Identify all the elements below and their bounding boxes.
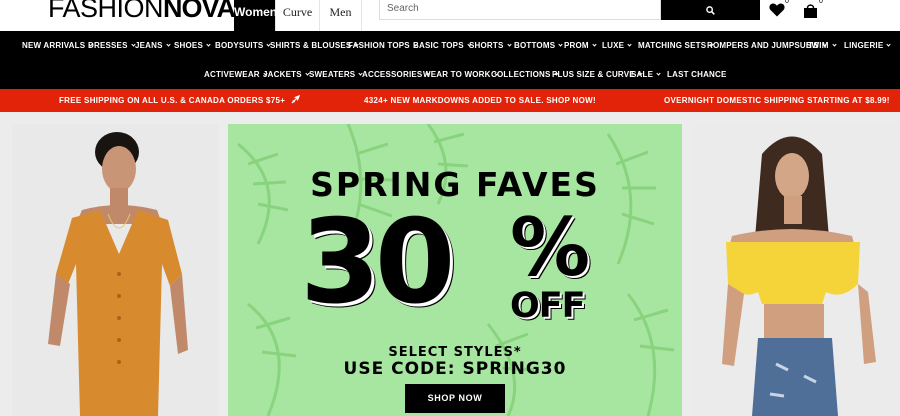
chevron-down-icon [592,42,597,47]
main-navigation: NEW ARRIVALS DRESSES JEANS SHOES BODYSUI… [0,31,900,89]
wishlist-button[interactable]: 0 [767,0,789,20]
site-header: FASHION NOVA Women Curve Men Search 0 0 [0,0,900,31]
off-text: OFF [510,286,586,326]
nav-item-dresses[interactable]: DRESSES [88,37,136,55]
fashion-nova-logo[interactable]: FASHION NOVA [48,0,236,23]
chevron-down-icon [166,42,171,47]
nav-item-shorts[interactable]: SHORTS [469,37,512,55]
chevron-down-icon [558,42,563,47]
logo-text-fashion: FASHION [48,0,164,23]
nav-label: SHOES [174,41,204,50]
promo-markdowns[interactable]: 4324+ NEW MARKDOWNS ADDED TO SALE. SHOP … [364,89,596,112]
nav-label: LUXE [602,41,625,50]
nav-item-matching-sets[interactable]: MATCHING SETS [638,37,714,55]
nav-item-accessories[interactable]: ACCESSORIES [362,66,431,84]
model-illustration-left [12,124,218,416]
nav-label: PROM [564,41,589,50]
promo-banner-strip: FREE SHIPPING ON ALL U.S. & CANADA ORDER… [0,89,900,112]
shopping-bag-icon [803,3,817,18]
tab-women[interactable]: Women [234,0,277,31]
nav-item-jeans[interactable]: JEANS [135,37,171,55]
nav-item-luxe[interactable]: LUXE [602,37,632,55]
chevron-down-icon [831,42,837,47]
nav-item-new-arrivals[interactable]: NEW ARRIVALS [22,37,93,55]
model-image-left[interactable] [12,124,218,416]
search-icon [706,5,715,15]
nav-item-wear-to-work[interactable]: WEAR TO WORK [423,66,499,84]
tab-curve[interactable]: Curve [276,0,320,31]
account-button[interactable] [744,0,760,20]
shop-now-button[interactable]: SHOP NOW [405,384,505,413]
nav-label: LAST CHANCE [667,70,727,79]
airplane-icon [291,94,300,104]
nav-item-shoes[interactable]: SHOES [174,37,211,55]
nav-label: JACKETS [263,70,302,79]
nav-item-sale[interactable]: SALE [631,66,661,84]
hero-section: SPRING FAVES 30 % OFF SELECT STYLES* USE… [0,112,900,416]
chevron-down-icon [506,42,512,47]
nav-label: NEW ARRIVALS [22,41,86,50]
nav-label: BOTTOMS [514,41,556,50]
model-illustration-right [692,124,900,416]
nav-label: LINGERIE [844,41,884,50]
nav-row-primary: NEW ARRIVALS DRESSES JEANS SHOES BODYSUI… [0,37,900,55]
nav-item-jackets[interactable]: JACKETS [263,66,310,84]
nav-item-shirts-blouses[interactable]: SHIRTS & BLOUSES [270,37,360,55]
discount-number: 30 [300,195,455,330]
nav-label: ACCESSORIES [362,70,423,79]
nav-item-collections[interactable]: COLLECTIONS [491,66,559,84]
user-icon [746,3,758,17]
model-image-right[interactable] [692,124,900,416]
logo-text-nova: NOVA [163,0,236,23]
select-styles-text: SELECT STYLES* [388,345,522,360]
nav-label: ACTIVEWEAR [204,70,260,79]
tab-men[interactable]: Men [320,0,362,31]
promo-free-shipping[interactable]: FREE SHIPPING ON ALL U.S. & CANADA ORDER… [59,89,300,112]
promo-code-text: USE CODE: SPRING30 [343,359,567,379]
chevron-down-icon [886,42,892,47]
nav-label: PLUS SIZE & CURVE [552,70,635,79]
nav-item-bodysuits[interactable]: BODYSUITS [215,37,272,55]
nav-item-lingerie[interactable]: LINGERIE [844,37,892,55]
spring-faves-promo[interactable]: SPRING FAVES 30 % OFF SELECT STYLES* USE… [228,124,682,416]
nav-item-last-chance[interactable]: LAST CHANCE [667,66,727,84]
nav-label: ROMPERS AND JUMPSUITS [707,41,819,50]
nav-label: MATCHING SETS [638,41,707,50]
nav-label: SWIM [806,41,829,50]
nav-row-secondary: ACTIVEWEAR JACKETS SWEATERS ACCESSORIES … [0,66,900,84]
nav-item-plus-size-curve[interactable]: PLUS SIZE & CURVE [552,66,643,84]
nav-label: SALE [631,70,654,79]
percent-sign: % [510,201,591,294]
cart-count: 0 [819,0,823,5]
heart-icon [769,3,785,17]
search-input[interactable]: Search [379,0,661,20]
nav-item-sweaters[interactable]: SWEATERS [309,66,363,84]
cart-button[interactable]: 0 [801,0,823,20]
nav-label: JEANS [135,41,163,50]
nav-label: SHORTS [469,41,504,50]
nav-item-basic-tops[interactable]: BASIC TOPS [413,37,472,55]
promo-title: SPRING FAVES [310,165,600,204]
chevron-down-icon [656,71,661,76]
nav-item-activewear[interactable]: ACTIVEWEAR [204,66,268,84]
nav-label: DRESSES [88,41,128,50]
nav-label: WEAR TO WORK [423,70,491,79]
wishlist-count: 0 [785,0,789,5]
chevron-down-icon [627,42,632,47]
nav-label: FASHION TOPS [348,41,410,50]
nav-item-bottoms[interactable]: BOTTOMS [514,37,563,55]
nav-item-prom[interactable]: PROM [564,37,597,55]
nav-item-fashion-tops[interactable]: FASHION TOPS [348,37,418,55]
nav-label: BODYSUITS [215,41,264,50]
nav-label: SWEATERS [309,70,356,79]
nav-label: COLLECTIONS [491,70,551,79]
nav-label: BASIC TOPS [413,41,464,50]
promo-free-shipping-text: FREE SHIPPING ON ALL U.S. & CANADA ORDER… [59,96,286,105]
nav-label: SHIRTS & BLOUSES [270,41,352,50]
chevron-down-icon [206,42,211,47]
nav-item-swim[interactable]: SWIM [806,37,837,55]
promo-overnight-shipping[interactable]: OVERNIGHT DOMESTIC SHIPPING STARTING AT … [664,89,890,112]
